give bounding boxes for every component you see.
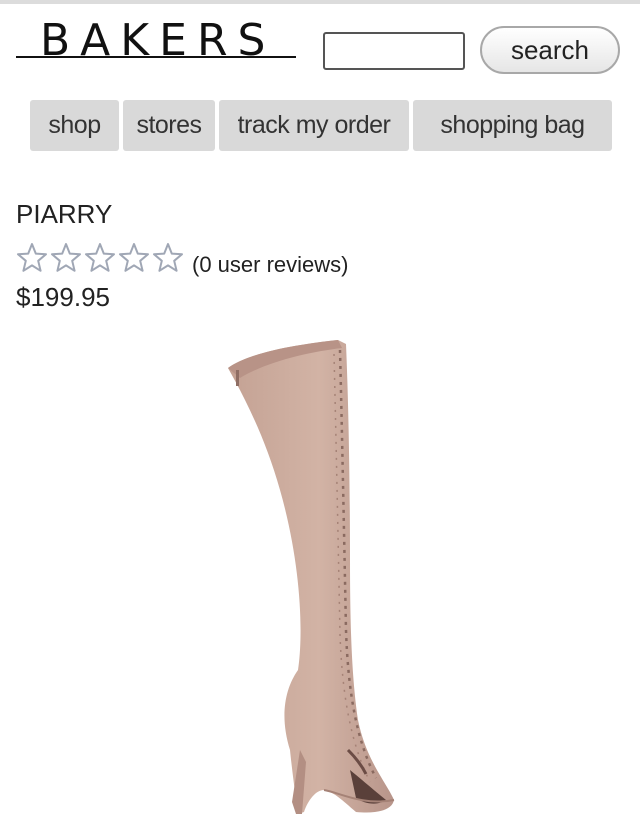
- product-price: $199.95: [16, 282, 110, 312]
- star-icon[interactable]: [50, 242, 82, 272]
- main-nav: shop stores track my order shopping bag: [30, 100, 612, 151]
- nav-shop[interactable]: shop: [30, 100, 119, 151]
- reviews-count[interactable]: (0 user reviews): [192, 252, 348, 278]
- star-icon[interactable]: [152, 242, 184, 272]
- star-icon[interactable]: [84, 242, 116, 272]
- header: BAKERS search: [0, 4, 640, 90]
- bakers-logo[interactable]: BAKERS: [16, 16, 296, 66]
- nav-shopping-bag[interactable]: shopping bag: [413, 100, 612, 151]
- search-button[interactable]: search: [480, 26, 620, 74]
- star-icon[interactable]: [118, 242, 150, 272]
- logo-text: BAKERS: [40, 15, 276, 66]
- product-title: PIARRY: [16, 199, 113, 229]
- boot-image: [228, 340, 395, 814]
- nav-stores[interactable]: stores: [123, 100, 215, 151]
- nav-track-my-order[interactable]: track my order: [219, 100, 409, 151]
- product-rating[interactable]: (0 user reviews): [16, 242, 348, 277]
- search-input[interactable]: [323, 32, 465, 70]
- star-icon[interactable]: [16, 242, 48, 272]
- logo-underline: [16, 56, 296, 58]
- rating-stars[interactable]: [16, 242, 184, 272]
